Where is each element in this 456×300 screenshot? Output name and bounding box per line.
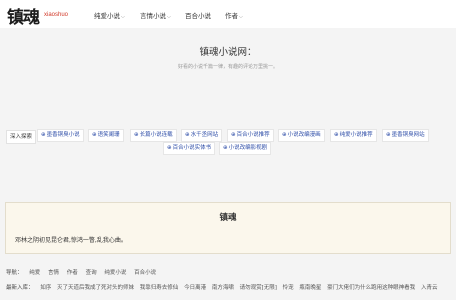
tag-link[interactable]: ⊕纯爱小说推荐 (330, 129, 377, 142)
footer-recent-label: 最新入库： (6, 285, 34, 291)
tag-label: 墨香铜臭网站 (391, 132, 425, 138)
novel-title[interactable]: 镇魂 (6, 211, 450, 223)
footer-nav-label: 导航： (6, 270, 23, 276)
recent-novel-link[interactable]: 请勿观赏[无限] (240, 285, 277, 291)
footer-nav-link[interactable]: 作者 (67, 270, 78, 276)
nav-label: 言情小说 (140, 12, 166, 20)
explore-label: 深入探索 (6, 130, 37, 144)
recent-novel-link[interactable]: 南方海啸 (212, 285, 234, 291)
tag-icon: ⊕ (223, 145, 228, 151)
nav-label: 纯爱小说 (94, 12, 120, 20)
footer-nav-link[interactable]: 纯爱小说 (104, 270, 126, 276)
tag-icon: ⊕ (386, 132, 391, 138)
novel-card: 镇魂 邓林之阴初见昆仑君,惊鸿一瞥,乱我心曲。 (5, 202, 451, 254)
tag-label: 百合小说实体书 (172, 145, 212, 151)
tag-link[interactable]: ⊕小说改编影视剧 (219, 142, 272, 155)
chevron-down-icon: ⌵ (239, 14, 243, 20)
recent-novel-link[interactable]: 如序 (40, 285, 51, 291)
recent-novel-link[interactable]: 入青云 (421, 285, 438, 291)
novel-excerpt: 邓林之阴初见昆仑君,惊鸿一瞥,乱我心曲。 (15, 237, 127, 244)
page-title: 镇魂小说网： (199, 47, 257, 58)
tag-link[interactable]: ⊕墨香铜臭小说 (37, 129, 84, 142)
tag-label: 墨香铜臭小说 (46, 132, 80, 138)
footer-recent: 最新入库： 如序 灭了天道后我成了死对头的师妹 我靠归寿去修仙 今日离港 南方海… (6, 283, 441, 291)
footer-nav-link[interactable]: 言情 (48, 270, 59, 276)
page-subtitle: 好看的小说千篇一律，有趣的评论万里挑一。 (177, 64, 278, 70)
recent-novel-link[interactable]: 瓶南晚星 (299, 285, 321, 291)
recent-novel-link[interactable]: 怜宠 (283, 285, 294, 291)
footer-nav: 导航： 纯爱 言情 作者 查询 纯爱小说 百合小说 (6, 268, 162, 276)
footer-nav-link[interactable]: 查询 (86, 270, 97, 276)
tag-label: 长篇小说连载 (139, 132, 173, 138)
tag-label: 纯爱小说推荐 (339, 132, 373, 138)
top-navbar: 镇魂 xiaoshuo 纯爱小说⌵ 言情小说⌵ 百合小说 作者⌵ (0, 0, 456, 28)
tag-link[interactable]: ⊕小说改编漫画 (278, 129, 325, 142)
tag-label: 百合小说推荐 (236, 132, 270, 138)
tag-link[interactable]: ⊕百合小说推荐 (227, 129, 274, 142)
tag-link[interactable]: ⊕长篇小说连载 (130, 129, 177, 142)
chevron-down-icon: ⌵ (121, 14, 125, 20)
chevron-down-icon: ⌵ (167, 14, 171, 20)
nav-item-yanqing[interactable]: 言情小说⌵ (140, 10, 171, 20)
tag-icon: ⊕ (185, 132, 190, 138)
nav-item-baihe[interactable]: 百合小说 (185, 10, 211, 20)
logo-subtext: xiaoshuo (44, 12, 69, 18)
logo-text: 镇魂 (7, 8, 40, 28)
tag-link[interactable]: ⊕墨香铜臭网站 (382, 129, 429, 142)
recent-novel-link[interactable]: 我靠归寿去修仙 (140, 285, 179, 291)
tag-icon: ⊕ (231, 132, 236, 138)
footer-nav-link[interactable]: 纯爱 (29, 270, 40, 276)
recent-novel-link[interactable]: 今日离港 (184, 285, 206, 291)
tag-icon: ⊕ (41, 132, 46, 138)
tag-icon: ⊕ (92, 132, 97, 138)
recent-novel-link[interactable]: 豪门大佬们为什么跑用这种眼神看我 (327, 285, 415, 291)
nav-item-author[interactable]: 作者⌵ (225, 10, 243, 20)
nav-label: 作者 (225, 12, 238, 20)
tag-icon: ⊕ (134, 132, 139, 138)
tag-link[interactable]: ⊕语笑阑珊 (88, 129, 124, 142)
tag-link[interactable]: ⊕水千丞网站 (181, 129, 223, 142)
tag-label: 水千丞网站 (190, 132, 219, 138)
recent-novel-link[interactable]: 灭了天道后我成了死对头的师妹 (57, 285, 134, 291)
nav-item-danmei[interactable]: 纯爱小说⌵ (94, 10, 125, 20)
tag-icon: ⊕ (282, 132, 287, 138)
tag-label: 小说改编漫画 (287, 132, 321, 138)
tag-label: 语笑阑珊 (97, 132, 120, 138)
tag-link[interactable]: ⊕百合小说实体书 (163, 142, 216, 155)
tag-icon: ⊕ (167, 145, 172, 151)
nav-label: 百合小说 (185, 12, 211, 20)
tag-label: 小说改编影视剧 (228, 145, 268, 151)
footer-nav-link[interactable]: 百合小说 (134, 270, 156, 276)
tag-icon: ⊕ (334, 132, 339, 138)
